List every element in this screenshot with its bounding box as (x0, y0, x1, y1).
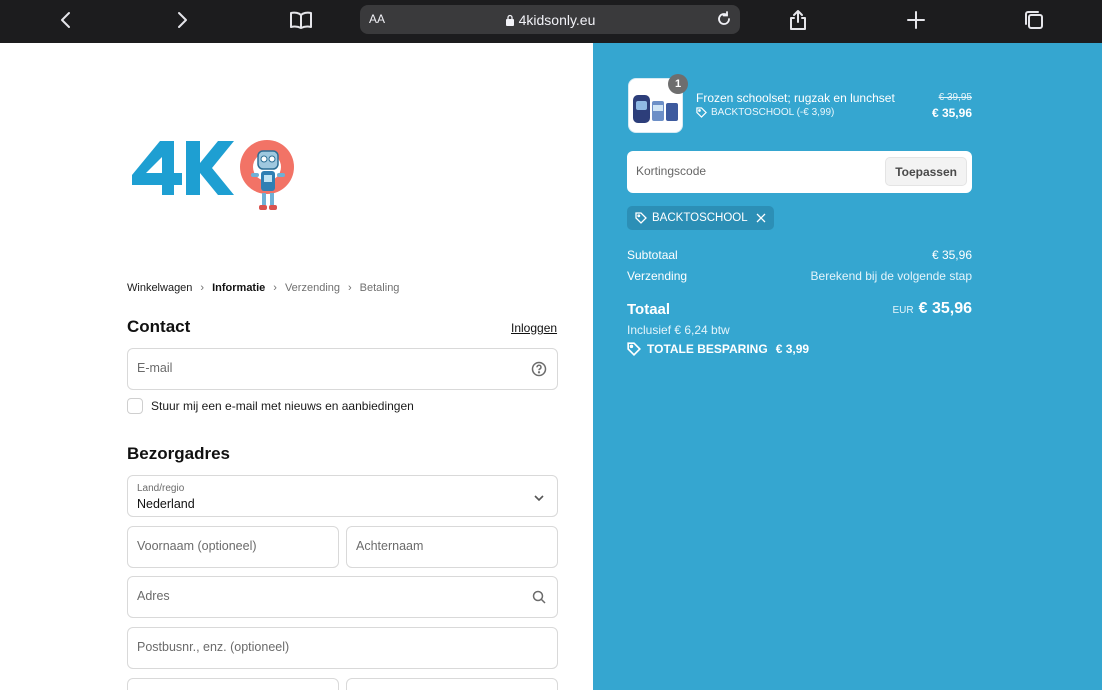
apply-discount-button[interactable]: Toepassen (885, 157, 967, 186)
back-icon[interactable] (52, 8, 80, 32)
search-icon (531, 589, 547, 605)
shipping-label: Verzending (627, 269, 688, 283)
quantity-badge: 1 (668, 74, 688, 94)
last-name-field[interactable] (346, 526, 558, 568)
savings-label: TOTALE BESPARING (647, 342, 768, 356)
discount-code-field[interactable]: Toepassen (627, 151, 972, 193)
email-field[interactable] (127, 348, 558, 390)
browser-toolbar: AA 4kidsonly.eu (0, 0, 1102, 43)
remove-discount-icon[interactable] (756, 213, 766, 223)
login-link[interactable]: Inloggen (511, 321, 557, 335)
total-savings: TOTALE BESPARING € 3,99 (627, 342, 809, 356)
newsletter-checkbox[interactable] (127, 398, 143, 414)
address-line-2-field[interactable] (127, 627, 558, 669)
shipping-value: Berekend bij de volgende stap (810, 269, 972, 283)
first-name-field[interactable] (127, 526, 339, 568)
newsletter-option: Stuur mij een e-mail met nieuws en aanbi… (127, 398, 414, 414)
product-discount-text: BACKTOSCHOOL (-€ 3,99) (711, 107, 835, 118)
address-bar[interactable]: AA 4kidsonly.eu (360, 5, 740, 34)
bookmarks-icon[interactable] (287, 8, 315, 32)
total-value: € 35,96 (918, 300, 972, 317)
subtotal-row: Subtotaal € 35,96 (627, 248, 972, 262)
postal-code-field[interactable] (127, 678, 339, 690)
forward-icon[interactable] (168, 8, 196, 32)
newsletter-label[interactable]: Stuur mij een e-mail met nieuws en aanbi… (151, 399, 414, 413)
country-label: Land/regio (137, 483, 185, 494)
breadcrumb-cart[interactable]: Winkelwagen (127, 282, 192, 294)
applied-discount-code: BACKTOSCHOOL (652, 212, 748, 224)
subtotal-label: Subtotaal (627, 248, 678, 262)
store-logo[interactable] (130, 133, 315, 238)
vat-info: Inclusief € 6,24 btw (627, 323, 730, 337)
contact-heading: Contact (127, 317, 191, 336)
shipping-address-heading: Bezorgadres (127, 444, 230, 463)
total-amount: EUR € 35,96 (892, 300, 972, 318)
shipping-row: Verzending Berekend bij de volgende stap (627, 269, 972, 283)
first-name-input[interactable] (137, 539, 307, 553)
breadcrumb-payment: Betaling (359, 282, 400, 294)
product-price: € 35,96 (931, 106, 972, 120)
help-icon[interactable] (531, 361, 547, 377)
breadcrumb-shipping: Verzending (284, 282, 340, 294)
country-select[interactable]: Land/regio Nederland (127, 475, 558, 517)
chevron-right-icon: › (200, 282, 205, 294)
tag-icon (696, 107, 707, 118)
tabs-overview-icon[interactable] (1020, 8, 1048, 32)
chevron-right-icon: › (348, 282, 352, 294)
url-text: 4kidsonly.eu (518, 12, 596, 28)
country-value: Nederland (137, 497, 195, 511)
breadcrumb-information: Informatie (212, 282, 266, 294)
total-label: Totaal (627, 301, 671, 318)
share-icon[interactable] (784, 8, 812, 32)
tag-icon (627, 342, 641, 356)
subtotal-value: € 35,96 (931, 248, 972, 262)
discount-code-input[interactable] (636, 164, 876, 178)
product-name: Frozen schoolset; rugzak en lunchset (696, 91, 895, 105)
breadcrumb: Winkelwagen › Informatie › Verzending › … (127, 282, 399, 294)
address-field[interactable] (127, 576, 558, 618)
order-summary-panel: 1 Frozen schoolset; rugzak en lunchset B… (593, 43, 1102, 690)
product-discount: BACKTOSCHOOL (-€ 3,99) (696, 107, 834, 118)
address-line-2-input[interactable] (137, 640, 526, 654)
reload-icon[interactable] (715, 10, 733, 28)
applied-discount-chip: BACKTOSCHOOL (627, 206, 774, 230)
chevron-right-icon: › (273, 282, 277, 294)
lock-icon (505, 13, 515, 29)
product-original-price: € 39,95 (938, 92, 972, 103)
chevron-down-icon (533, 491, 545, 503)
savings-value: € 3,99 (775, 342, 810, 356)
city-field[interactable] (346, 678, 558, 690)
email-input[interactable] (137, 361, 526, 375)
last-name-input[interactable] (356, 539, 526, 553)
new-tab-icon[interactable] (902, 8, 930, 32)
total-currency: EUR (892, 305, 914, 316)
address-input[interactable] (137, 589, 526, 603)
checkout-form-panel: Winkelwagen › Informatie › Verzending › … (0, 43, 593, 690)
tag-icon (635, 212, 647, 224)
